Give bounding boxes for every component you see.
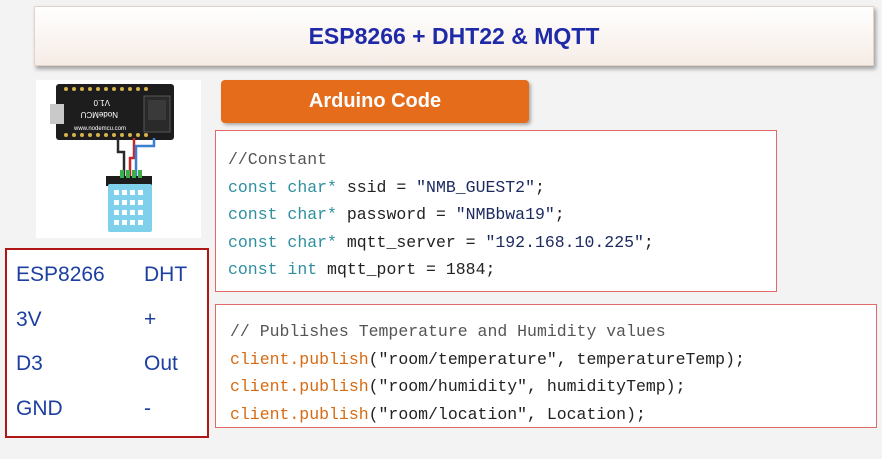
code-line: const char* mqtt_server = "192.168.10.22… [228,232,654,252]
pin-row-header: ESP8266 DHT [16,263,196,293]
pin-col-dht: DHT [144,263,188,286]
pin-esp8266: D3 [16,352,43,375]
publish-code-block: // Publishes Temperature and Humidity va… [215,304,877,428]
arduino-code-label: Arduino Code [308,90,442,112]
pin-dht: - [144,397,151,420]
arduino-code-tab: Arduino Code [221,80,529,123]
code-line: client.publish("room/temperature", tempe… [230,349,745,369]
wiring-diagram: V1.0 NodeMCU www.nodemcu.com [36,80,201,238]
nodemcu-dht22-illustration: V1.0 NodeMCU www.nodemcu.com [36,80,201,238]
page-title: ESP8266 + DHT22 & MQTT [308,22,600,49]
pin-row: GND - [16,397,196,427]
board-label-name: NodeMCU [80,110,118,119]
pin-dht: Out [144,352,178,375]
code-line: client.publish("room/humidity", humidity… [230,377,686,396]
code-line: const char* password = "NMBbwa19"; [228,205,565,224]
title-banner: ESP8266 + DHT22 & MQTT [34,6,874,66]
pin-mapping-table: ESP8266 DHT 3V + D3 Out GND - [5,248,209,438]
constants-code-block: //Constant const char* ssid = "NMB_GUEST2… [215,130,777,292]
pin-row: 3V + [16,308,196,338]
board-label-url: www.nodemcu.com [73,126,126,132]
code-line: const char* ssid = "NMB_GUEST2"; [228,177,545,197]
code-comment: // Publishes Temperature and Humidity va… [230,322,666,341]
pin-col-esp8266: ESP8266 [16,263,105,286]
pin-dht: + [144,308,157,331]
code-line: const int mqtt_port = 1884; [228,260,496,279]
code-comment: //Constant [228,150,328,169]
pin-row: D3 Out [16,352,196,382]
pin-esp8266: 3V [16,308,42,331]
code-line: client.publish("room/location", Location… [230,404,646,424]
pin-esp8266: GND [16,397,63,420]
board-label-version: V1.0 [93,98,110,107]
